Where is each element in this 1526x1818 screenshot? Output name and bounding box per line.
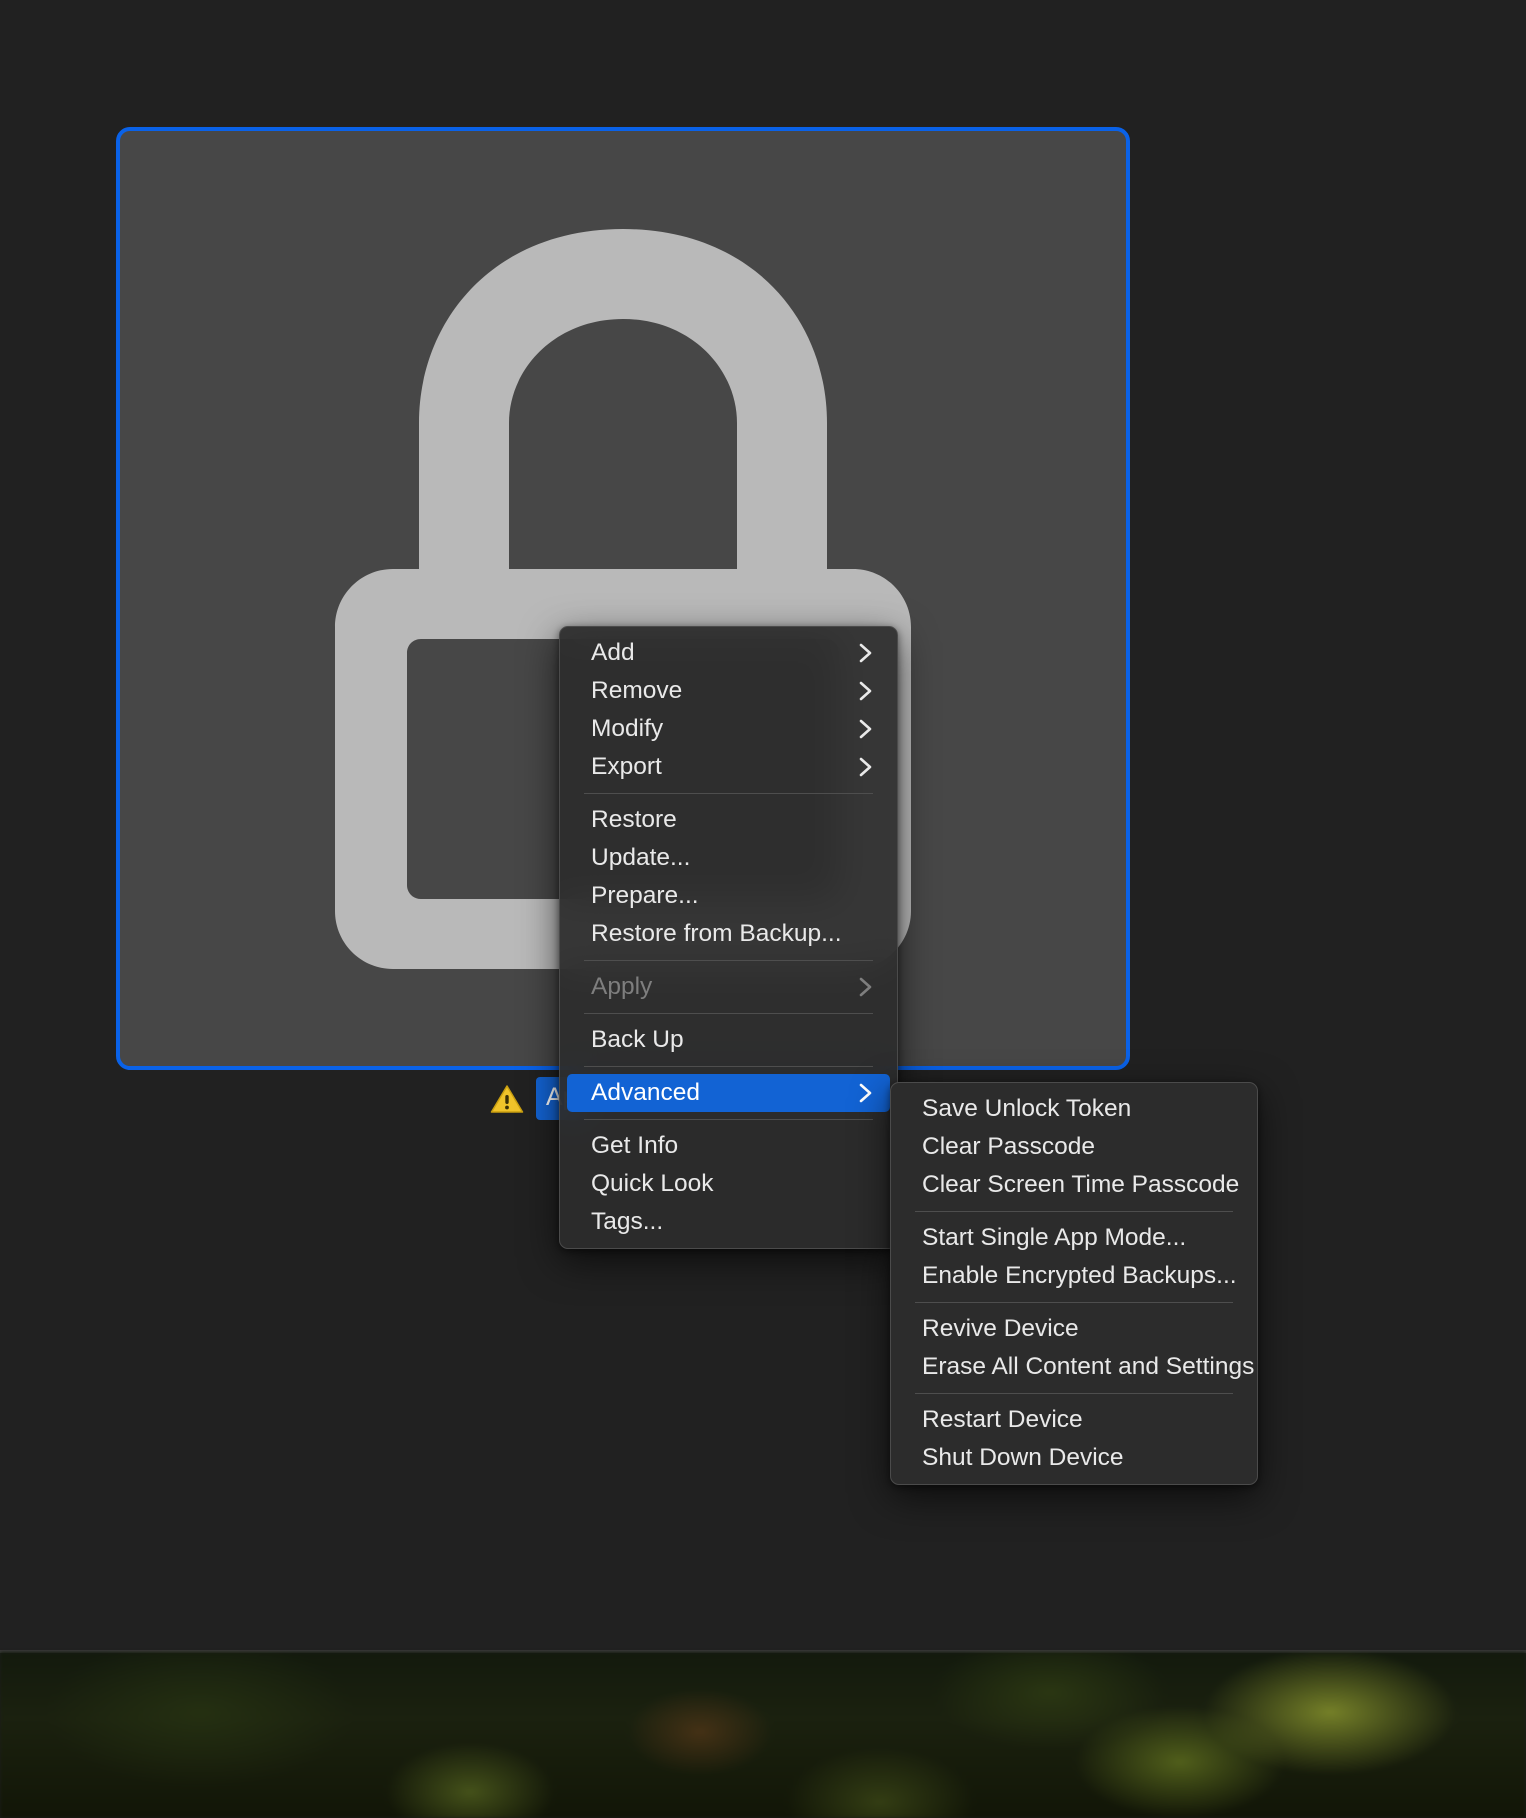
menu-separator: [915, 1393, 1233, 1394]
menu-item-label: Get Info: [591, 1132, 679, 1159]
menu-item-label: Start Single App Mode...: [922, 1224, 1187, 1251]
menu-item-label: Update...: [591, 844, 691, 871]
menu-item-export[interactable]: Export: [567, 748, 890, 786]
submenu-item-restart-device[interactable]: Restart Device: [898, 1401, 1250, 1439]
chevron-right-icon: [858, 718, 874, 740]
submenu-item-enable-encrypted-backups[interactable]: Enable Encrypted Backups...: [898, 1257, 1250, 1295]
menu-item-label: Revive Device: [922, 1315, 1079, 1342]
menu-item-label: Erase All Content and Settings: [922, 1353, 1255, 1380]
menu-item-label: Add: [591, 639, 635, 666]
menu-item-label: Export: [591, 753, 662, 780]
submenu-item-save-unlock-token[interactable]: Save Unlock Token: [898, 1090, 1250, 1128]
chevron-right-icon: [858, 976, 874, 998]
menu-item-label: Modify: [591, 715, 664, 742]
menu-item-add[interactable]: Add: [567, 634, 890, 672]
submenu-item-clear-passcode[interactable]: Clear Passcode: [898, 1128, 1250, 1166]
menu-item-label: Shut Down Device: [922, 1444, 1124, 1471]
menu-separator: [584, 793, 873, 794]
menu-item-label: Restore: [591, 806, 677, 833]
menu-item-label: Apply: [591, 973, 653, 1000]
menu-item-label: Advanced: [591, 1079, 700, 1106]
menu-item-get-info[interactable]: Get Info: [567, 1127, 890, 1165]
menu-item-modify[interactable]: Modify: [567, 710, 890, 748]
menu-item-label: Clear Screen Time Passcode: [922, 1171, 1240, 1198]
menu-item-label: Tags...: [591, 1208, 664, 1235]
menu-item-restore[interactable]: Restore: [567, 801, 890, 839]
warning-triangle-icon: [490, 1084, 524, 1114]
menu-item-prepare[interactable]: Prepare...: [567, 877, 890, 915]
menu-item-quick-look[interactable]: Quick Look: [567, 1165, 890, 1203]
desktop-background: Ap AddRemoveModifyExportRestoreUpdate...…: [0, 0, 1526, 1818]
menu-item-label: Clear Passcode: [922, 1133, 1095, 1160]
submenu-item-revive-device[interactable]: Revive Device: [898, 1310, 1250, 1348]
menu-item-label: Save Unlock Token: [922, 1095, 1132, 1122]
menu-item-apply: Apply: [567, 968, 890, 1006]
chevron-right-icon: [858, 756, 874, 778]
menu-item-label: Enable Encrypted Backups...: [922, 1262, 1237, 1289]
menu-separator: [915, 1211, 1233, 1212]
advanced-submenu[interactable]: Save Unlock Token Clear Passcode Clear Scr…: [890, 1082, 1258, 1485]
chevron-right-icon: [858, 1082, 874, 1104]
device-context-menu[interactable]: Add Remove Modify Export Restore Update... Pre…: [559, 626, 898, 1249]
submenu-item-clear-screen-time-passcode[interactable]: Clear Screen Time Passcode: [898, 1166, 1250, 1204]
menu-item-advanced[interactable]: Advanced: [567, 1074, 890, 1112]
chevron-right-icon: [858, 642, 874, 664]
menu-separator: [584, 1119, 873, 1120]
desktop-wallpaper: [0, 1652, 1526, 1818]
submenu-item-erase-all-content-and-settings[interactable]: Erase All Content and Settings: [898, 1348, 1254, 1386]
menu-item-label: Restart Device: [922, 1406, 1083, 1433]
menu-item-update[interactable]: Update...: [567, 839, 890, 877]
menu-item-label: Restore from Backup...: [591, 920, 842, 947]
menu-item-label: Quick Look: [591, 1170, 714, 1197]
menu-item-restore-from-backup[interactable]: Restore from Backup...: [567, 915, 890, 953]
menu-separator: [584, 960, 873, 961]
menu-separator: [584, 1066, 873, 1067]
menu-item-remove[interactable]: Remove: [567, 672, 890, 710]
submenu-item-shut-down-device[interactable]: Shut Down Device: [898, 1439, 1250, 1477]
menu-separator: [915, 1302, 1233, 1303]
menu-item-label: Prepare...: [591, 882, 699, 909]
menu-separator: [584, 1013, 873, 1014]
menu-item-back-up[interactable]: Back Up: [567, 1021, 890, 1059]
menu-item-label: Remove: [591, 677, 683, 704]
submenu-item-start-single-app-mode[interactable]: Start Single App Mode...: [898, 1219, 1250, 1257]
chevron-right-icon: [858, 680, 874, 702]
menu-item-label: Back Up: [591, 1026, 684, 1053]
menu-item-tags[interactable]: Tags...: [567, 1203, 890, 1241]
